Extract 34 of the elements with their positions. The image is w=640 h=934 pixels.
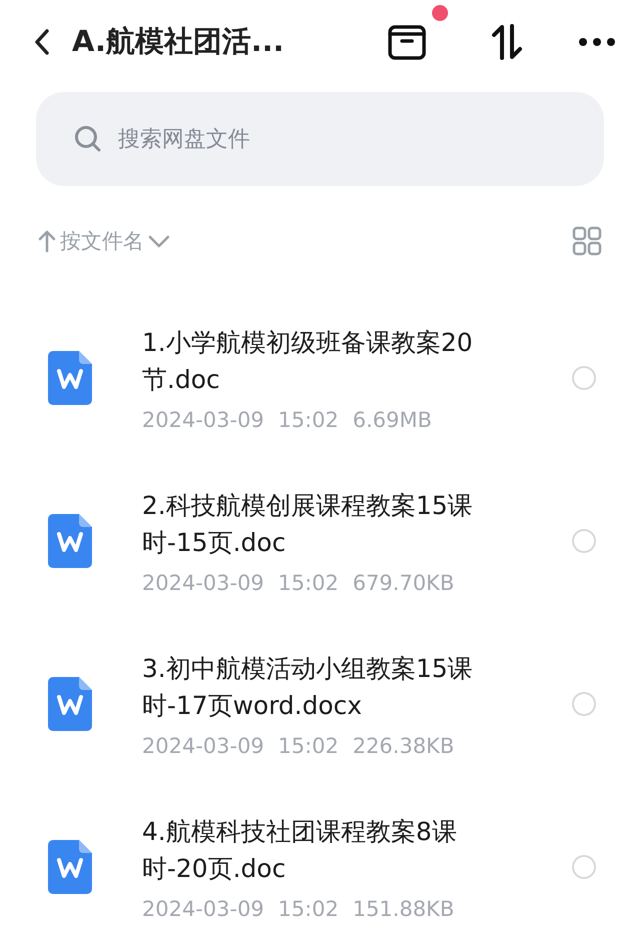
sort-button[interactable] — [490, 24, 524, 60]
folder-title: A.航模社团活... — [72, 23, 286, 60]
word-file-icon — [48, 514, 92, 568]
search-input[interactable]: 搜索网盘文件 — [116, 126, 566, 152]
file-name: 1.小学航模初级班备课教案20节.doc — [142, 326, 474, 396]
file-size: 679.70KB — [352, 570, 454, 594]
more-button[interactable] — [578, 37, 616, 47]
file-size: 226.38KB — [352, 734, 454, 758]
file-time: 15:02 — [278, 896, 339, 920]
file-date: 2024-03-09 — [142, 408, 264, 432]
file-name: 2.科技航模创展课程教案15课时-15页.doc — [142, 490, 474, 558]
search-icon — [74, 125, 102, 153]
word-file-icon — [48, 350, 92, 404]
arrow-up-icon — [38, 229, 56, 253]
file-name: 4.航模科技社团课程教案8课时-20页.doc — [142, 816, 458, 884]
select-radio[interactable] — [572, 854, 596, 878]
grid-view-button[interactable] — [572, 226, 602, 256]
back-button[interactable] — [34, 28, 50, 56]
file-name: 3.初中航模活动小组教案15课时-17页word.docx — [142, 652, 474, 722]
file-time: 15:02 — [278, 408, 339, 432]
file-size: 6.69MB — [352, 408, 432, 432]
word-file-icon — [48, 676, 92, 730]
file-time: 15:02 — [278, 570, 339, 594]
file-size: 151.88KB — [352, 896, 454, 920]
select-radio[interactable] — [572, 692, 596, 716]
file-date: 2024-03-09 — [142, 570, 264, 594]
word-file-icon — [48, 840, 92, 894]
file-date: 2024-03-09 — [142, 896, 264, 920]
file-time: 15:02 — [278, 734, 339, 758]
sort-by-name-button[interactable]: 按文件名 — [38, 227, 170, 255]
file-date: 2024-03-09 — [142, 734, 264, 758]
chevron-down-icon — [148, 234, 170, 248]
select-radio[interactable] — [572, 528, 596, 552]
select-radio[interactable] — [572, 366, 596, 390]
